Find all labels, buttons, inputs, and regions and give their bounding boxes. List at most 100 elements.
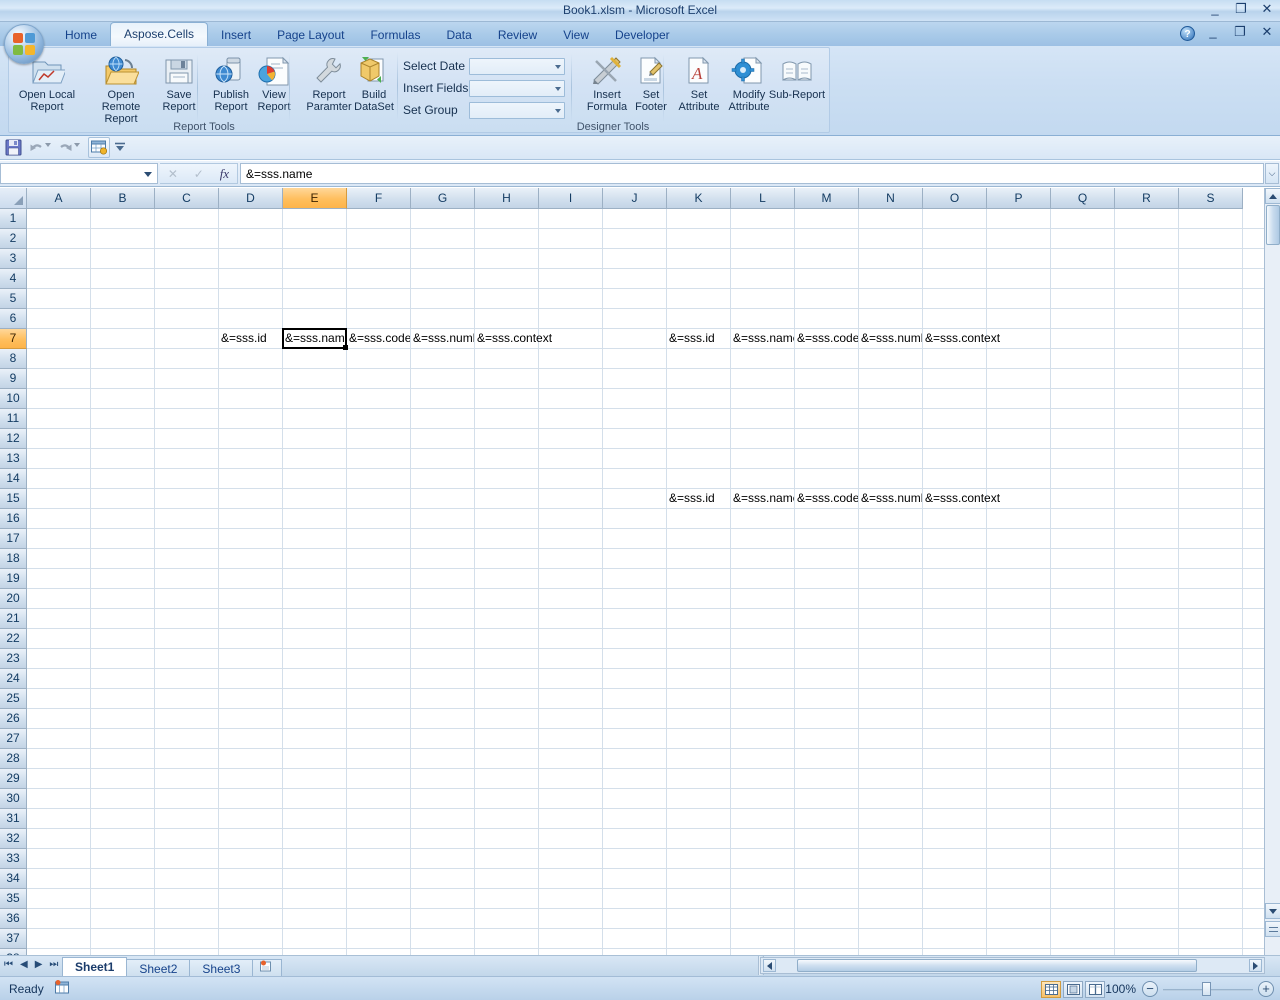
next-sheet-button[interactable]: ▶	[35, 959, 43, 970]
vertical-scrollbar[interactable]	[1264, 188, 1280, 955]
tab-data[interactable]: Data	[433, 24, 484, 46]
chevron-down-icon[interactable]	[144, 172, 152, 177]
cell-o15[interactable]: &=sss.context	[923, 489, 1115, 508]
ribbon-minimize-icon[interactable]: _	[1204, 25, 1222, 41]
enter-formula-icon[interactable]: ✓	[194, 167, 204, 181]
row-header-18[interactable]: 18	[0, 549, 27, 569]
column-header-k[interactable]: K	[667, 188, 731, 209]
row-header-11[interactable]: 11	[0, 409, 27, 429]
row-header-7[interactable]: 7	[0, 329, 27, 349]
insert-function-icon[interactable]: fx	[220, 166, 229, 182]
customize-qat-icon[interactable]	[114, 141, 126, 159]
first-sheet-button[interactable]: ⏮	[4, 959, 13, 970]
column-header-a[interactable]: A	[27, 188, 91, 209]
row-header-34[interactable]: 34	[0, 869, 27, 889]
cancel-formula-icon[interactable]: ✕	[168, 167, 178, 181]
row-header-2[interactable]: 2	[0, 229, 27, 249]
sheet-tab-sheet3[interactable]: Sheet3	[189, 959, 254, 977]
row-header-21[interactable]: 21	[0, 609, 27, 629]
macro-icon[interactable]	[88, 137, 110, 158]
page-layout-view-icon[interactable]	[1063, 981, 1083, 998]
select-all-corner[interactable]	[0, 188, 27, 209]
column-header-d[interactable]: D	[219, 188, 283, 209]
column-header-h[interactable]: H	[475, 188, 539, 209]
minimize-icon[interactable]: _	[1206, 2, 1224, 18]
column-header-f[interactable]: F	[347, 188, 411, 209]
zoom-in-button[interactable]: +	[1258, 981, 1274, 997]
horizontal-scrollbar-thumb[interactable]	[797, 959, 1197, 972]
row-header-31[interactable]: 31	[0, 809, 27, 829]
row-header-20[interactable]: 20	[0, 589, 27, 609]
row-header-27[interactable]: 27	[0, 729, 27, 749]
redo-icon[interactable]	[57, 139, 74, 157]
row-header-16[interactable]: 16	[0, 509, 27, 529]
row-header-4[interactable]: 4	[0, 269, 27, 289]
scroll-left-button[interactable]	[763, 959, 776, 972]
split-pane-button[interactable]	[1265, 921, 1280, 937]
scroll-down-button[interactable]	[1265, 903, 1280, 919]
row-header-28[interactable]: 28	[0, 749, 27, 769]
record-macro-icon[interactable]	[55, 980, 73, 997]
sheet-tab-sheet1[interactable]: Sheet1	[62, 957, 128, 977]
column-header-p[interactable]: P	[987, 188, 1051, 209]
formula-input[interactable]: &=sss.name	[240, 163, 1264, 184]
row-header-36[interactable]: 36	[0, 909, 27, 929]
ribbon-close-icon[interactable]: ✕	[1258, 25, 1276, 41]
row-header-17[interactable]: 17	[0, 529, 27, 549]
scroll-up-button[interactable]	[1265, 188, 1280, 204]
horizontal-scrollbar[interactable]	[760, 957, 1265, 974]
set-group-combo[interactable]	[469, 101, 565, 119]
tab-review[interactable]: Review	[485, 24, 550, 46]
row-header-8[interactable]: 8	[0, 349, 27, 369]
row-header-35[interactable]: 35	[0, 889, 27, 909]
column-header-r[interactable]: R	[1115, 188, 1179, 209]
row-header-19[interactable]: 19	[0, 569, 27, 589]
zoom-slider-handle[interactable]	[1202, 982, 1211, 996]
row-header-24[interactable]: 24	[0, 669, 27, 689]
column-header-s[interactable]: S	[1179, 188, 1243, 209]
row-header-37[interactable]: 37	[0, 929, 27, 949]
redo-dropdown-icon[interactable]	[74, 143, 80, 161]
select-date-combo[interactable]	[469, 57, 565, 75]
last-sheet-button[interactable]: ⏭	[49, 959, 58, 970]
zoom-slider[interactable]: − +	[1142, 981, 1274, 998]
row-header-9[interactable]: 9	[0, 369, 27, 389]
vertical-scrollbar-thumb[interactable]	[1266, 205, 1280, 245]
cell-n15[interactable]: &=sss.number	[859, 489, 922, 508]
undo-dropdown-icon[interactable]	[45, 143, 51, 161]
undo-icon[interactable]	[28, 139, 45, 157]
column-header-j[interactable]: J	[603, 188, 667, 209]
row-header-3[interactable]: 3	[0, 249, 27, 269]
row-header-12[interactable]: 12	[0, 429, 27, 449]
column-header-i[interactable]: I	[539, 188, 603, 209]
insert-fields-combo[interactable]	[469, 79, 565, 97]
column-header-q[interactable]: Q	[1051, 188, 1115, 209]
row-header-26[interactable]: 26	[0, 709, 27, 729]
tab-page-layout[interactable]: Page Layout	[264, 24, 357, 46]
office-button[interactable]	[4, 24, 44, 64]
ribbon-restore-icon[interactable]: ❐	[1231, 25, 1249, 41]
cell-f7[interactable]: &=sss.code	[347, 329, 410, 348]
row-header-23[interactable]: 23	[0, 649, 27, 669]
close-icon[interactable]: ✕	[1258, 2, 1276, 18]
row-header-10[interactable]: 10	[0, 389, 27, 409]
column-header-m[interactable]: M	[795, 188, 859, 209]
sub-report-button[interactable]: Sub-Report	[767, 52, 827, 118]
row-header-29[interactable]: 29	[0, 769, 27, 789]
cell-l15[interactable]: &=sss.name	[731, 489, 794, 508]
cells-area[interactable]: &=sss.id&=sss.name&=sss.code&=sss.number…	[27, 209, 1264, 955]
cell-o7[interactable]: &=sss.context	[923, 329, 1115, 348]
tab-insert[interactable]: Insert	[208, 24, 264, 46]
column-header-e[interactable]: E	[283, 188, 347, 209]
row-header-6[interactable]: 6	[0, 309, 27, 329]
maximize-icon[interactable]: ❐	[1232, 2, 1250, 18]
row-header-5[interactable]: 5	[0, 289, 27, 309]
column-header-c[interactable]: C	[155, 188, 219, 209]
row-header-25[interactable]: 25	[0, 689, 27, 709]
sheet-tab-sheet2[interactable]: Sheet2	[126, 959, 191, 977]
column-header-g[interactable]: G	[411, 188, 475, 209]
row-header-14[interactable]: 14	[0, 469, 27, 489]
tab-view[interactable]: View	[550, 24, 602, 46]
tab-home[interactable]: Home	[52, 24, 110, 46]
column-header-n[interactable]: N	[859, 188, 923, 209]
